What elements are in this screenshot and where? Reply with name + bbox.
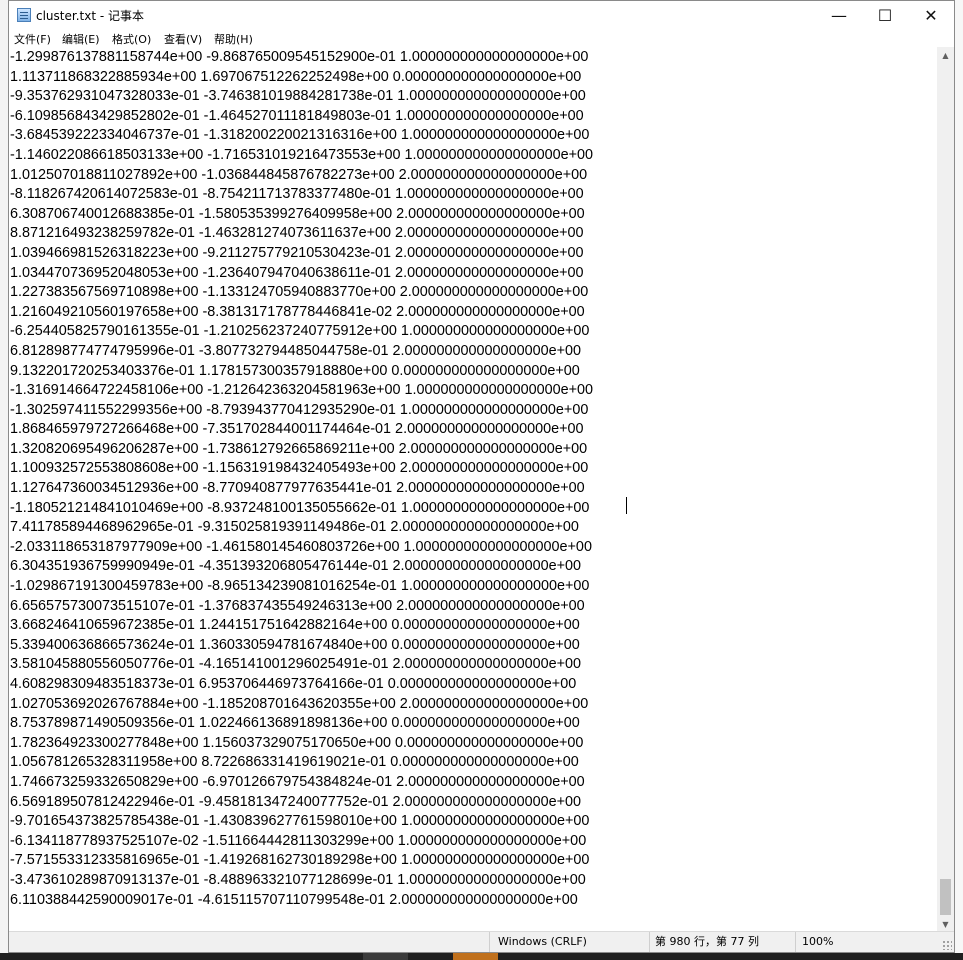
taskbar	[0, 953, 963, 960]
text-line: 1.227383567569710898e+00 -1.133124705940…	[10, 284, 589, 301]
text-line: 1.100932572553808608e+00 -1.156319198432…	[10, 460, 589, 477]
menu-view[interactable]: 查看(V)	[164, 31, 202, 47]
text-line: 6.812898774774795996e-01 -3.807732794485…	[10, 342, 581, 359]
status-encoding: Windows (CRLF)	[489, 932, 658, 952]
text-lines: -1.299876137881158744e+00 -9.86876500954…	[10, 48, 593, 910]
background-app-right	[955, 0, 963, 960]
text-line: -2.033118653187977909e+00 -1.46158014546…	[10, 538, 592, 555]
text-caret	[626, 497, 627, 514]
text-line: 1.216049210560197658e+00 -8.381317178778…	[10, 303, 585, 320]
scroll-up-icon[interactable]: ▲	[937, 47, 954, 64]
text-line: -3.473610289870913137e-01 -8.48896332107…	[10, 871, 586, 888]
text-line: 8.871216493238259782e-01 -1.463281274073…	[10, 225, 584, 242]
vertical-scrollbar[interactable]: ▲ ▼	[937, 47, 954, 933]
text-line: -7.571553312335816965e-01 -1.41926816273…	[10, 852, 590, 869]
text-line: 7.411785894468962965e-01 -9.315025819391…	[10, 519, 579, 536]
text-line: 1.039466981526318223e+00 -9.211275779210…	[10, 244, 584, 261]
text-line: 1.782364923300277848e+00 1.1560373290751…	[10, 734, 584, 751]
text-line: -1.146022086618503133e+00 -1.71653101921…	[10, 146, 594, 163]
desktop: cluster.txt - 记事本 — ☐ ✕ 文件(F) 编辑(E) 格式(O…	[0, 0, 963, 960]
text-line: -1.316914664722458106e+00 -1.21264236320…	[10, 382, 594, 399]
text-line: 1.027053692026767884e+00 -1.185208701643…	[10, 695, 589, 712]
text-line: 9.132201720253403376e-01 1.1781573003579…	[10, 362, 580, 379]
status-cursor-position: 第 980 行，第 77 列	[649, 932, 801, 952]
scroll-thumb[interactable]	[940, 879, 951, 915]
text-line: 1.868465979727266468e+00 -7.351702844001…	[10, 421, 584, 438]
text-line: 1.113711868322885934e+00 1.6970675122622…	[10, 68, 582, 85]
text-line: 1.320820695496206287e+00 -1.738612792665…	[10, 440, 588, 457]
text-line: -9.353762931047328033e-01 -3.74638101988…	[10, 88, 586, 105]
text-line: 1.127647360034512936e+00 -8.770940877977…	[10, 480, 585, 497]
background-app-left	[0, 0, 8, 960]
menu-edit[interactable]: 编辑(E)	[62, 31, 100, 47]
text-line: 5.339400636866573624e-01 1.3603305947816…	[10, 636, 580, 653]
text-line: -9.701654373825785438e-01 -1.43083962776…	[10, 813, 590, 830]
text-line: -8.118267420614072583e-01 -8.75421171378…	[10, 186, 584, 203]
notepad-window: cluster.txt - 记事本 — ☐ ✕ 文件(F) 编辑(E) 格式(O…	[8, 0, 955, 953]
resize-grip-icon[interactable]	[942, 940, 952, 950]
window-title: cluster.txt - 记事本	[36, 9, 144, 23]
text-editor[interactable]: -1.299876137881158744e+00 -9.86876500954…	[9, 47, 939, 933]
minimize-button[interactable]: —	[816, 1, 862, 29]
text-line: -1.180521214841010469e+00 -8.93724810013…	[10, 499, 590, 516]
text-line: -6.134118778937525107e-02 -1.51166444281…	[10, 832, 587, 849]
menu-file[interactable]: 文件(F)	[14, 31, 51, 47]
text-line: 6.304351936759990949e-01 -4.351393206805…	[10, 558, 581, 575]
text-line: -1.029867191300459783e+00 -8.96513423908…	[10, 578, 590, 595]
status-bar: Windows (CRLF) 第 980 行，第 77 列 100%	[9, 931, 954, 952]
text-line: 6.308706740012688385e-01 -1.580535399276…	[10, 205, 585, 222]
taskbar-item[interactable]	[453, 953, 498, 960]
text-line: 4.608298309483518373e-01 6.9537064469737…	[10, 676, 577, 692]
menu-bar: 文件(F) 编辑(E) 格式(O) 查看(V) 帮助(H)	[9, 29, 954, 47]
text-line: 8.753789871490509356e-01 1.0224661368918…	[10, 715, 580, 732]
text-line: -1.299876137881158744e+00 -9.86876500954…	[10, 49, 589, 65]
status-zoom: 100%	[795, 932, 942, 952]
close-button[interactable]: ✕	[908, 1, 954, 29]
text-line: 1.012507018811027892e+00 -1.036844845876…	[10, 166, 588, 183]
text-line: 3.581045880556050776e-01 -4.165141001296…	[10, 656, 581, 673]
text-line: -6.254405825790161355e-01 -1.21025623724…	[10, 323, 590, 340]
notepad-icon	[17, 8, 31, 22]
maximize-button[interactable]: ☐	[862, 1, 908, 29]
menu-help[interactable]: 帮助(H)	[214, 31, 253, 47]
text-line: -6.109856843429852802e-01 -1.46452701118…	[10, 107, 584, 124]
text-line: 1.056781265328311958e+00 8.7226863314196…	[10, 754, 579, 771]
text-line: -1.302597411552299356e+00 -8.79394377041…	[10, 401, 589, 418]
text-line: 1.034470736952048053e+00 -1.236407947040…	[10, 264, 584, 281]
text-line: 3.668246410659672385e-01 1.2441517516428…	[10, 617, 580, 634]
text-line: 1.746673259332650829e+00 -6.970126679754…	[10, 773, 585, 790]
title-bar[interactable]: cluster.txt - 记事本 — ☐ ✕	[9, 1, 954, 29]
text-line: 6.656575730073515107e-01 -1.376837435549…	[10, 597, 585, 614]
taskbar-item[interactable]	[363, 953, 408, 960]
menu-format[interactable]: 格式(O)	[112, 31, 151, 47]
text-line: -3.684539222334046737e-01 -1.31820022002…	[10, 127, 590, 144]
text-line: 6.569189507812422946e-01 -9.458181347240…	[10, 793, 581, 810]
text-line: 6.110388442590009017e-01 -4.615115707110…	[10, 891, 578, 908]
